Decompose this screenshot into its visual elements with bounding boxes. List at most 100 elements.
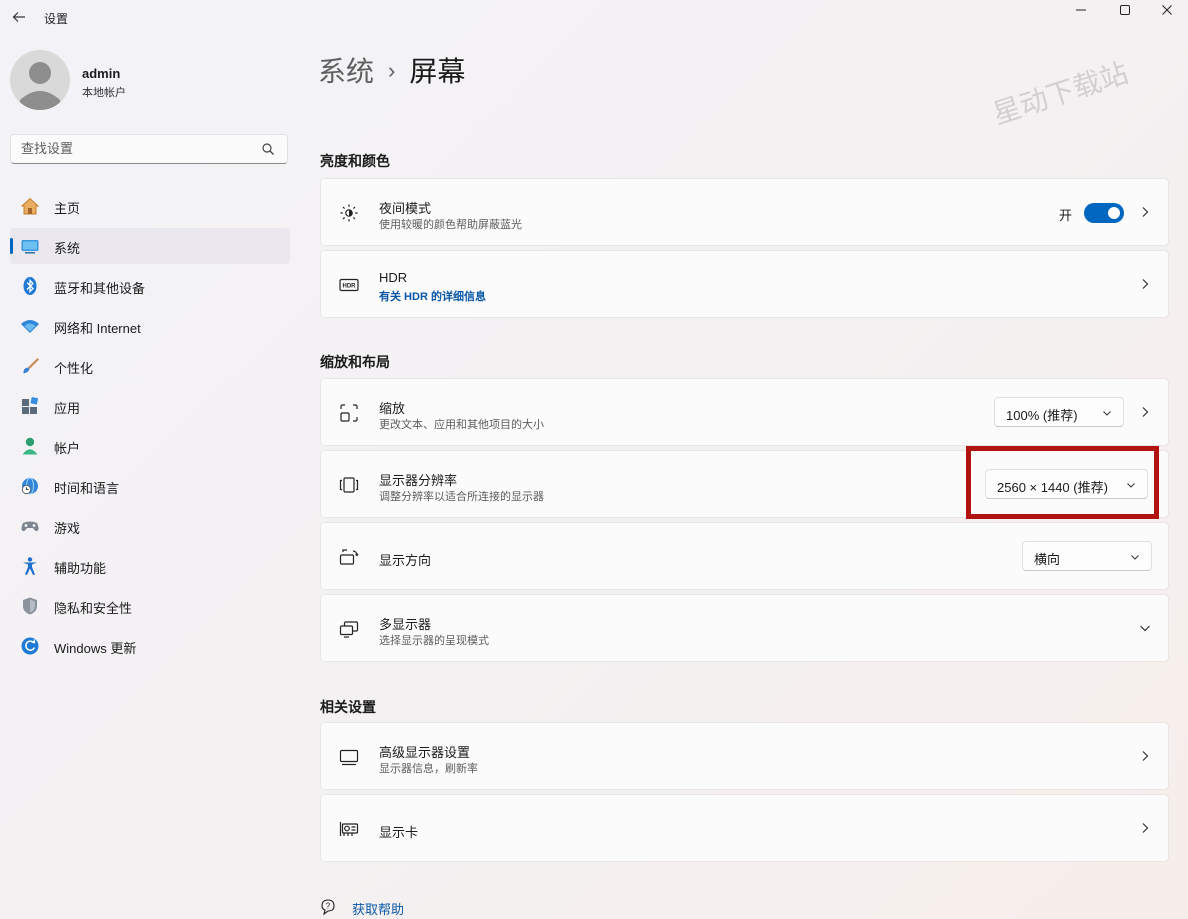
resolution-subtitle: 调整分辨率以适合所连接的显示器 [379, 491, 544, 503]
breadcrumb-parent[interactable]: 系统 [318, 56, 374, 87]
advanced-display-title: 高级显示器设置 [379, 745, 471, 760]
highlight-box [966, 446, 1159, 519]
wifi-icon [21, 320, 39, 333]
app-title: 设置 [44, 12, 69, 26]
chevron-right-icon[interactable] [1138, 205, 1152, 219]
maximize-button[interactable] [1102, 0, 1148, 20]
chevron-right-icon[interactable] [1138, 405, 1152, 419]
chevron-down-icon[interactable] [1138, 621, 1152, 635]
paintbrush-icon [23, 358, 39, 374]
night-light-card[interactable]: 夜间模式 使用较暖的颜色帮助屏蔽蓝光 开 [320, 178, 1169, 246]
avatar[interactable] [10, 50, 70, 110]
sidebar-item-network[interactable]: 网络和 Internet [10, 308, 290, 344]
sidebar-item-privacy[interactable]: 隐私和安全性 [10, 588, 290, 624]
sidebar-item-label: 辅助功能 [54, 561, 107, 576]
sidebar-item-accessibility[interactable]: 辅助功能 [10, 548, 290, 584]
toggle-state-label: 开 [1058, 208, 1072, 223]
account-type: 本地帐户 [82, 87, 126, 99]
night-light-toggle[interactable] [1084, 203, 1124, 223]
advanced-display-card[interactable]: 高级显示器设置 显示器信息，刷新率 [320, 722, 1169, 790]
maximize-icon [1120, 5, 1130, 15]
scale-icon [340, 404, 358, 422]
sidebar-item-label: 蓝牙和其他设备 [54, 281, 146, 296]
brightness-icon [340, 204, 358, 222]
sidebar-item-label: 时间和语言 [54, 481, 120, 496]
title-bar: 设置 [0, 0, 1188, 34]
orientation-title: 显示方向 [379, 553, 432, 568]
hdr-info-link[interactable]: 有关 HDR 的详细信息 [379, 288, 486, 304]
orientation-value: 横向 [1034, 552, 1061, 567]
section-title-related: 相关设置 [320, 699, 376, 715]
advanced-display-subtitle: 显示器信息，刷新率 [379, 763, 478, 775]
page-title: 屏幕 [409, 56, 466, 87]
scale-card[interactable]: 缩放 更改文本、应用和其他项目的大小 100% (推荐) [320, 378, 1169, 446]
scale-title: 缩放 [379, 401, 406, 416]
globe-clock-icon [21, 477, 38, 495]
sidebar-item-gaming[interactable]: 游戏 [10, 508, 290, 544]
watermark: 星动下载站 [988, 56, 1133, 131]
chevron-right-icon[interactable] [1138, 277, 1152, 291]
chevron-down-icon [1131, 555, 1139, 560]
home-icon [20, 197, 40, 215]
minimize-icon [1076, 9, 1086, 11]
graphics-title: 显示卡 [379, 825, 419, 840]
breadcrumb: 系统 › 屏幕 [318, 50, 465, 90]
sidebar-item-personalization[interactable]: 个性化 [10, 348, 290, 384]
chevron-right-icon[interactable] [1138, 821, 1152, 835]
sidebar-item-label: 隐私和安全性 [54, 601, 133, 616]
scale-dropdown[interactable]: 100% (推荐) [994, 397, 1124, 427]
graphics-card-icon [339, 822, 359, 836]
night-light-subtitle: 使用较暖的颜色帮助屏蔽蓝光 [379, 219, 522, 231]
bluetooth-icon [23, 277, 37, 295]
close-icon [1162, 5, 1172, 15]
get-help-link[interactable]: 获取帮助 [352, 899, 404, 918]
sidebar-item-label: 主页 [54, 201, 81, 216]
user-name: admin [82, 66, 121, 81]
resolution-icon [339, 477, 359, 493]
section-title-brightness: 亮度和颜色 [320, 153, 390, 169]
display-orientation-icon [339, 549, 359, 565]
chevron-down-icon [1103, 411, 1111, 416]
sidebar-item-label: 网络和 Internet [54, 321, 141, 336]
minimize-button[interactable] [1058, 0, 1104, 20]
sidebar-item-accounts[interactable]: 帐户 [10, 428, 290, 464]
gamepad-icon [21, 521, 39, 532]
account-icon [22, 437, 38, 455]
back-button[interactable] [8, 6, 30, 28]
hdr-title: HDR [379, 270, 408, 285]
chevron-right-icon[interactable] [1138, 749, 1152, 763]
shield-icon [23, 597, 37, 615]
accessibility-icon [23, 557, 37, 575]
sidebar-item-home[interactable]: 主页 [10, 188, 290, 224]
sidebar-item-apps[interactable]: 应用 [10, 388, 290, 424]
help-icon: ? [321, 899, 335, 916]
close-button[interactable] [1146, 0, 1188, 20]
orientation-card[interactable]: 显示方向 横向 [320, 522, 1169, 590]
orientation-dropdown[interactable]: 横向 [1022, 541, 1152, 571]
toggle-knob [1108, 207, 1120, 219]
sidebar-item-windows-update[interactable]: Windows 更新 [10, 628, 290, 664]
hdr-card[interactable]: HDR HDR 有关 HDR 的详细信息 [320, 250, 1169, 318]
search-box[interactable] [10, 134, 288, 164]
multi-display-card[interactable]: 多显示器 选择显示器的呈现模式 [320, 594, 1169, 662]
search-input[interactable] [21, 141, 261, 156]
search-icon[interactable] [261, 142, 275, 156]
breadcrumb-separator: › [388, 58, 396, 83]
sidebar-item-system[interactable]: 系统 [10, 228, 290, 264]
graphics-card[interactable]: 显示卡 [320, 794, 1169, 862]
multi-display-title: 多显示器 [379, 617, 432, 632]
back-arrow-icon [12, 12, 25, 22]
sidebar-item-time-language[interactable]: 时间和语言 [10, 468, 290, 504]
multi-display-subtitle: 选择显示器的呈现模式 [379, 635, 489, 647]
monitor-icon [339, 749, 359, 766]
update-icon [21, 637, 39, 655]
scale-value: 100% (推荐) [1006, 408, 1078, 423]
scale-subtitle: 更改文本、应用和其他项目的大小 [379, 419, 544, 431]
resolution-title: 显示器分辨率 [379, 473, 458, 488]
night-light-title: 夜间模式 [379, 201, 432, 216]
sidebar-item-bluetooth[interactable]: 蓝牙和其他设备 [10, 268, 290, 304]
svg-text:HDR: HDR [343, 284, 357, 290]
hdr-icon: HDR [339, 278, 359, 292]
sidebar-nav: 主页 系统 蓝牙和其他设备 网络和 Internet 个性化 应用 帐户 时间和… [10, 188, 290, 668]
sidebar-item-label: 系统 [54, 241, 81, 256]
